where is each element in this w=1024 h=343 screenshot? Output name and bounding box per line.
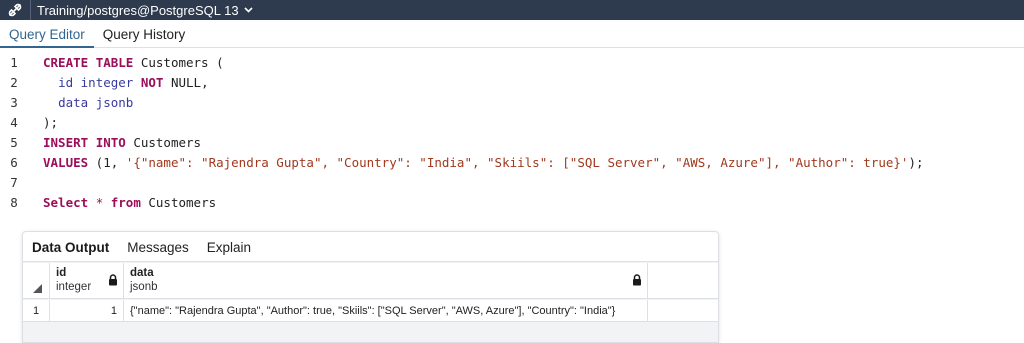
output-tab-bar: Data Output Messages Explain <box>23 232 718 262</box>
row-number: 1 <box>33 305 40 317</box>
code-line[interactable]: 8 Select * from Customers <box>0 193 1024 213</box>
line-number: 8 <box>10 195 18 210</box>
code-text: INSERT INTO Customers <box>43 133 201 153</box>
code-token: (1, <box>88 155 126 170</box>
line-number: 2 <box>10 75 18 90</box>
line-number: 7 <box>10 175 18 190</box>
code-token: Select <box>43 195 89 210</box>
table-row[interactable]: 1 1 {"name": "Rajendra Gupta", "Author":… <box>23 300 718 322</box>
output-panel: Data Output Messages Explain id integer … <box>22 231 719 343</box>
code-token: ); <box>908 155 924 170</box>
lock-icon <box>633 274 641 286</box>
code-text: Select * from Customers <box>43 193 216 213</box>
column-header-data[interactable]: data jsonb <box>124 263 648 298</box>
tab-query-editor[interactable]: Query Editor <box>0 20 94 48</box>
connection-bar: Training/postgres@PostgreSQL 13 <box>0 0 1024 20</box>
code-line[interactable]: 3 data jsonb <box>0 93 1024 113</box>
chevron-down-icon <box>243 7 253 13</box>
code-token: from <box>110 195 141 210</box>
code-token: Customers ( <box>133 55 224 70</box>
code-token: Customers <box>140 195 217 210</box>
code-token: VALUES <box>43 155 89 170</box>
code-token: ); <box>43 115 59 130</box>
cell-id[interactable]: 1 <box>50 300 124 321</box>
column-type: integer <box>56 281 92 293</box>
column-name: id <box>56 267 67 279</box>
code-line[interactable]: 7 <box>0 173 1024 193</box>
code-token: Customers <box>125 135 202 150</box>
lock-icon <box>109 274 117 286</box>
sort-corner-icon <box>33 284 42 293</box>
code-token: NULL, <box>163 75 209 90</box>
cell-data-value: {"name": "Rajendra Gupta", "Author": tru… <box>130 305 616 317</box>
code-token: data <box>58 95 89 110</box>
tab-query-history[interactable]: Query History <box>94 20 195 47</box>
cell-data[interactable]: {"name": "Rajendra Gupta", "Author": tru… <box>124 300 648 321</box>
code-text: VALUES (1, '{"name": "Rajendra Gupta", "… <box>43 153 924 173</box>
code-token: TABLE <box>95 55 134 70</box>
code-line[interactable]: 1 CREATE TABLE Customers ( <box>0 53 1024 73</box>
tab-data-output[interactable]: Data Output <box>23 232 118 261</box>
connection-plug-icon[interactable] <box>0 0 30 20</box>
tab-messages[interactable]: Messages <box>118 232 198 261</box>
line-number: 4 <box>10 115 18 130</box>
code-token: jsonb <box>95 95 134 110</box>
row-number-cell[interactable]: 1 <box>23 300 50 321</box>
grid-header: id integer data jsonb <box>23 263 718 299</box>
code-line[interactable]: 5 INSERT INTO Customers <box>0 133 1024 153</box>
line-number: 5 <box>10 135 18 150</box>
connection-label: Training/postgres@PostgreSQL 13 <box>37 2 239 18</box>
cell-id-value: 1 <box>110 305 117 317</box>
tab-explain[interactable]: Explain <box>198 232 260 261</box>
code-line[interactable]: 2 id integer NOT NULL, <box>0 73 1024 93</box>
line-number: 6 <box>10 155 18 170</box>
column-type: jsonb <box>130 281 158 293</box>
code-token: id <box>58 75 74 90</box>
code-token: INTO <box>95 135 126 150</box>
connection-selector[interactable]: Training/postgres@PostgreSQL 13 <box>31 3 253 18</box>
editor-tab-bar: Query Editor Query History <box>0 20 1024 48</box>
code-token: integer <box>80 75 134 90</box>
code-token: NOT <box>140 75 164 90</box>
sql-code-editor[interactable]: 1 CREATE TABLE Customers (2 id integer NO… <box>0 49 1024 229</box>
code-text: data jsonb <box>43 93 133 113</box>
code-text: id integer NOT NULL, <box>43 73 209 93</box>
row-header-corner[interactable] <box>23 263 50 298</box>
code-text: ); <box>43 113 58 133</box>
code-token: CREATE <box>43 55 89 70</box>
column-name: data <box>130 267 154 279</box>
column-header-id[interactable]: id integer <box>50 263 124 298</box>
line-number: 3 <box>10 95 18 110</box>
code-token: INSERT <box>43 135 89 150</box>
line-number: 1 <box>10 55 18 70</box>
code-line[interactable]: 6 VALUES (1, '{"name": "Rajendra Gupta", … <box>0 153 1024 173</box>
code-line[interactable]: 4); <box>0 113 1024 133</box>
code-text: CREATE TABLE Customers ( <box>43 53 224 73</box>
code-token: '{"name": "Rajendra Gupta", "Country": "… <box>125 155 909 170</box>
